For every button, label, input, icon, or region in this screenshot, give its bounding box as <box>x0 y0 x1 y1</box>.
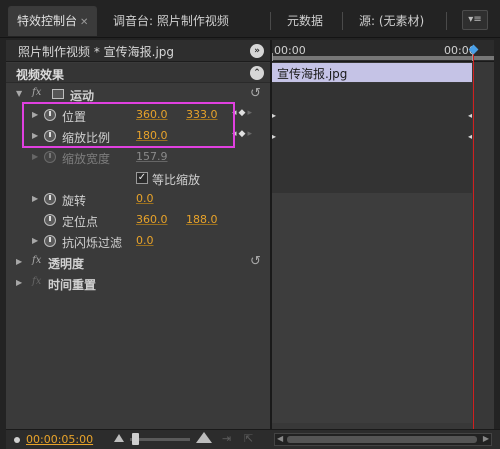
stopwatch-icon[interactable] <box>44 235 56 247</box>
ripple-icon: ⇥ <box>222 432 232 445</box>
tab-divider <box>342 12 343 30</box>
expand-triangle-right-icon[interactable]: ▶ <box>32 236 38 245</box>
keyframe-marker-icon[interactable]: ◂ <box>468 111 472 120</box>
keyframe-navigator[interactable]: ◂◆▸ <box>232 129 254 139</box>
stopwatch-icon <box>44 151 56 163</box>
video-effects-header: 视频效果 ⌃ <box>6 63 270 83</box>
anchor-x-value[interactable]: 360.0 <box>136 213 168 226</box>
tab-effect-controls[interactable]: 特效控制台 ✕ <box>8 6 98 36</box>
property-row-antiflicker: ▶ 抗闪烁过滤 0.0 <box>6 231 270 252</box>
property-row-scale-width: ▶ 缩放宽度 157.9 <box>6 147 270 168</box>
stopwatch-icon[interactable] <box>44 214 56 226</box>
keyframe-marker-icon[interactable]: ◂ <box>468 132 472 141</box>
collapse-icon[interactable]: ⌃ <box>250 66 264 80</box>
tab-divider <box>446 12 447 30</box>
expand-triangle-right-icon[interactable]: ▶ <box>32 194 38 203</box>
effect-row-time-remap[interactable]: ▶ fx 时间重置 <box>6 273 270 294</box>
tab-audio-mixer-label: 调音台: 照片制作视频 <box>113 14 229 28</box>
tab-metadata-label: 元数据 <box>287 14 324 28</box>
export-icon: ⇱ <box>244 432 254 445</box>
zoom-in-icon[interactable] <box>196 432 212 443</box>
expand-triangle-down-icon[interactable]: ▼ <box>16 89 22 98</box>
property-row-uniform-scale: ✓ 等比缩放 <box>6 168 270 189</box>
zoom-slider-track[interactable] <box>130 438 190 441</box>
panel-menu-icon[interactable]: ▾≡ <box>462 10 488 30</box>
anchor-label: 定位点 <box>62 215 99 229</box>
fx-icon: fx <box>32 276 42 287</box>
scale-width-value: 157.9 <box>136 150 168 163</box>
effect-timeline-panel: 00:00 00:00 宣传海报.jpg ▸ ◂ ▸ ◂ <box>272 40 500 449</box>
expand-triangle-right-icon[interactable]: ▶ <box>16 257 22 266</box>
antiflicker-value[interactable]: 0.0 <box>136 234 154 247</box>
tab-audio-mixer[interactable]: 调音台: 照片制作视频 <box>104 6 238 36</box>
scroll-right-icon[interactable]: ▶ <box>483 434 489 443</box>
keyframe-navigator[interactable]: ◂◆▸ <box>232 108 254 118</box>
zoom-slider-handle[interactable] <box>132 433 139 445</box>
bottom-toolbar: 00:00:05:00 ⇥ ⇱ ◀ ▶ <box>6 429 500 449</box>
expand-triangle-right-icon[interactable]: ▶ <box>16 278 22 287</box>
show-timeline-icon[interactable]: » <box>250 44 264 58</box>
ruler-tick <box>272 53 273 61</box>
scrollbar-thumb[interactable] <box>287 436 477 443</box>
antiflicker-label: 抗闪烁过滤 <box>62 236 123 250</box>
fx-icon[interactable]: fx <box>32 87 41 98</box>
keyframe-marker-icon[interactable]: ▸ <box>272 132 276 141</box>
opacity-label: 透明度 <box>48 257 85 271</box>
panel-edge <box>494 40 500 449</box>
clip-header-title: 照片制作视频 * 宣传海报.jpg <box>18 45 175 59</box>
work-area-bar[interactable] <box>272 56 496 60</box>
keyframe-marker-icon[interactable]: ▸ <box>272 111 276 120</box>
rotation-label: 旋转 <box>62 194 87 208</box>
stopwatch-icon[interactable] <box>44 193 56 205</box>
tab-metadata[interactable]: 元数据 <box>278 6 332 36</box>
property-row-anchor-point: 定位点 360.0 188.0 <box>6 210 270 231</box>
playhead-line <box>473 50 474 436</box>
panel-tab-bar: 特效控制台 ✕ 调音台: 照片制作视频 元数据 源: (无素材) ▾≡ <box>0 0 500 38</box>
tab-divider <box>270 12 271 30</box>
expand-triangle-right-icon: ▶ <box>32 152 39 161</box>
tab-effect-controls-label: 特效控制台 <box>17 14 78 28</box>
video-effects-title: 视频效果 <box>16 68 65 82</box>
uniform-scale-label: 等比缩放 <box>152 173 201 187</box>
reset-icon[interactable]: ↺ <box>250 254 261 269</box>
scale-width-label: 缩放宽度 <box>62 152 111 166</box>
scroll-left-icon[interactable]: ◀ <box>277 434 283 443</box>
zoom-out-icon[interactable] <box>114 434 124 442</box>
rotation-value[interactable]: 0.0 <box>136 192 154 205</box>
clip-header: 照片制作视频 * 宣传海报.jpg » <box>6 40 270 62</box>
motion-transform-icon[interactable] <box>52 89 64 99</box>
timeline-clip[interactable]: 宣传海报.jpg <box>272 63 472 82</box>
time-ruler[interactable]: 00:00 00:00 <box>272 40 500 62</box>
timeline-empty-area <box>272 193 472 423</box>
tab-source-label: 源: (无素材) <box>359 14 425 28</box>
uniform-scale-checkbox[interactable]: ✓ <box>136 172 148 184</box>
effect-controls-panel: 照片制作视频 * 宣传海报.jpg » 视频效果 ⌃ ▼ fx 运动 ↺ ▶ 位… <box>6 40 270 449</box>
effect-row-opacity[interactable]: ▶ fx 透明度 ↺ <box>6 252 270 273</box>
close-icon[interactable]: ✕ <box>80 17 88 28</box>
keyframe-area[interactable]: ▸ ◂ ▸ ◂ <box>272 83 472 193</box>
anchor-y-value[interactable]: 188.0 <box>186 213 218 226</box>
time-remap-label: 时间重置 <box>48 278 97 292</box>
horizontal-scrollbar[interactable]: ◀ ▶ <box>274 433 492 446</box>
tab-source[interactable]: 源: (无素材) <box>350 6 433 36</box>
playhead-indicator-icon <box>14 437 20 443</box>
highlight-box <box>22 102 235 148</box>
fx-icon[interactable]: fx <box>32 255 41 266</box>
property-row-rotation: ▶ 旋转 0.0 <box>6 189 270 210</box>
current-timecode[interactable]: 00:00:05:00 <box>26 433 93 446</box>
timeline-clip-label: 宣传海报.jpg <box>277 67 348 81</box>
reset-icon[interactable]: ↺ <box>250 86 261 101</box>
